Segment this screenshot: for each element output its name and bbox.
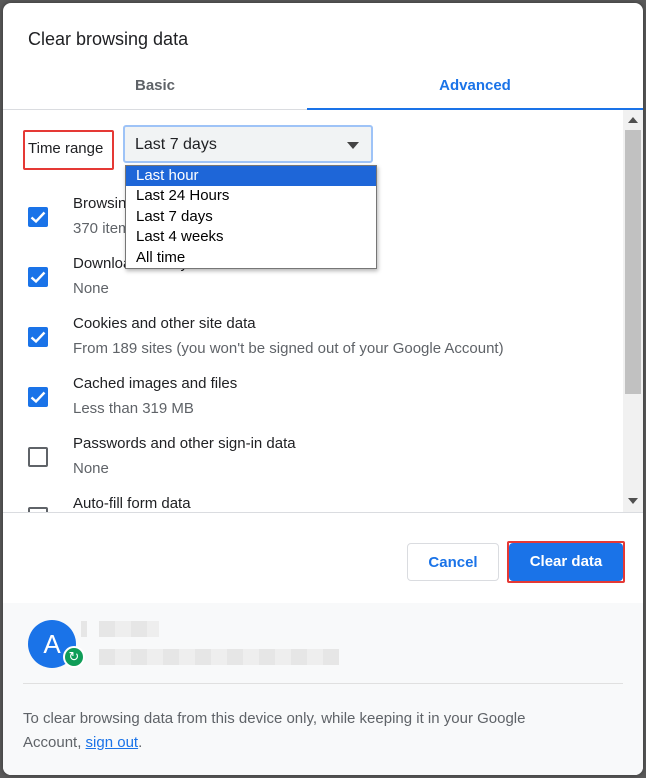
clear-browsing-data-dialog: Clear browsing data Basic Advanced Time … [3,3,643,775]
scroll-up-arrow-icon[interactable] [628,117,638,123]
item-description: Less than 319 MB [73,400,194,417]
option-last-7-days[interactable]: Last 7 days [126,207,376,227]
item-cached-images[interactable]: Cached images and files Less than 319 MB [3,375,621,435]
option-last-hour[interactable]: Last hour [126,166,376,187]
redacted-account-name [99,621,159,637]
item-passwords[interactable]: Passwords and other sign-in data None [3,435,621,495]
check-icon [30,331,46,344]
item-description: From 189 sites (you won't be signed out … [73,340,504,357]
time-range-select[interactable]: Last 7 days [123,125,373,163]
tab-basic[interactable]: Basic [3,63,307,109]
item-autofill[interactable]: Auto-fill form data [3,495,621,512]
sign-out-link[interactable]: sign out [86,734,139,751]
dropdown-arrow-icon [347,142,359,149]
time-range-dropdown-list: Last hour Last 24 Hours Last 7 days Last… [125,165,377,269]
checkbox-passwords[interactable] [28,447,48,467]
footer-divider [23,683,623,684]
item-title: Cached images and files [73,375,238,392]
item-description: None [73,460,109,477]
clear-data-button[interactable]: Clear data [509,543,623,581]
item-title: Auto-fill form data [73,495,191,512]
item-cookies[interactable]: Cookies and other site data From 189 sit… [3,315,621,375]
content-divider [3,512,643,513]
option-all-time[interactable]: All time [126,248,376,268]
scroll-down-arrow-icon[interactable] [628,498,638,504]
option-last-4-weeks[interactable]: Last 4 weeks [126,227,376,247]
redacted-account-email [99,649,339,665]
account-footer: A ↻ To clear browsing data from this dev… [3,603,643,775]
cancel-button[interactable]: Cancel [407,543,499,581]
scrollbar-thumb[interactable] [625,130,641,394]
option-last-24-hours[interactable]: Last 24 Hours [126,186,376,206]
time-range-selected-value: Last 7 days [135,136,217,153]
checkbox-download-history[interactable] [28,267,48,287]
checkbox-browsing-history[interactable] [28,207,48,227]
footer-suffix: . [138,734,143,751]
sync-icon: ↻ [63,646,85,668]
checkbox-cookies[interactable] [28,327,48,347]
content-scrollbar[interactable] [623,110,643,512]
check-icon [30,211,46,224]
item-description: None [73,280,109,297]
tab-advanced-label: Advanced [439,77,511,94]
footer-text: To clear browsing data from this device … [23,707,583,755]
check-icon [30,391,46,404]
item-title: Cookies and other site data [73,315,256,332]
check-icon [30,271,46,284]
item-title: Passwords and other sign-in data [73,435,296,452]
redacted-name-edge [81,621,87,637]
dialog-title: Clear browsing data [28,29,189,49]
checkbox-cached-images[interactable] [28,387,48,407]
tab-bar: Basic Advanced [3,63,643,110]
tab-advanced[interactable]: Advanced [307,63,643,110]
time-range-label: Time range [28,140,104,157]
